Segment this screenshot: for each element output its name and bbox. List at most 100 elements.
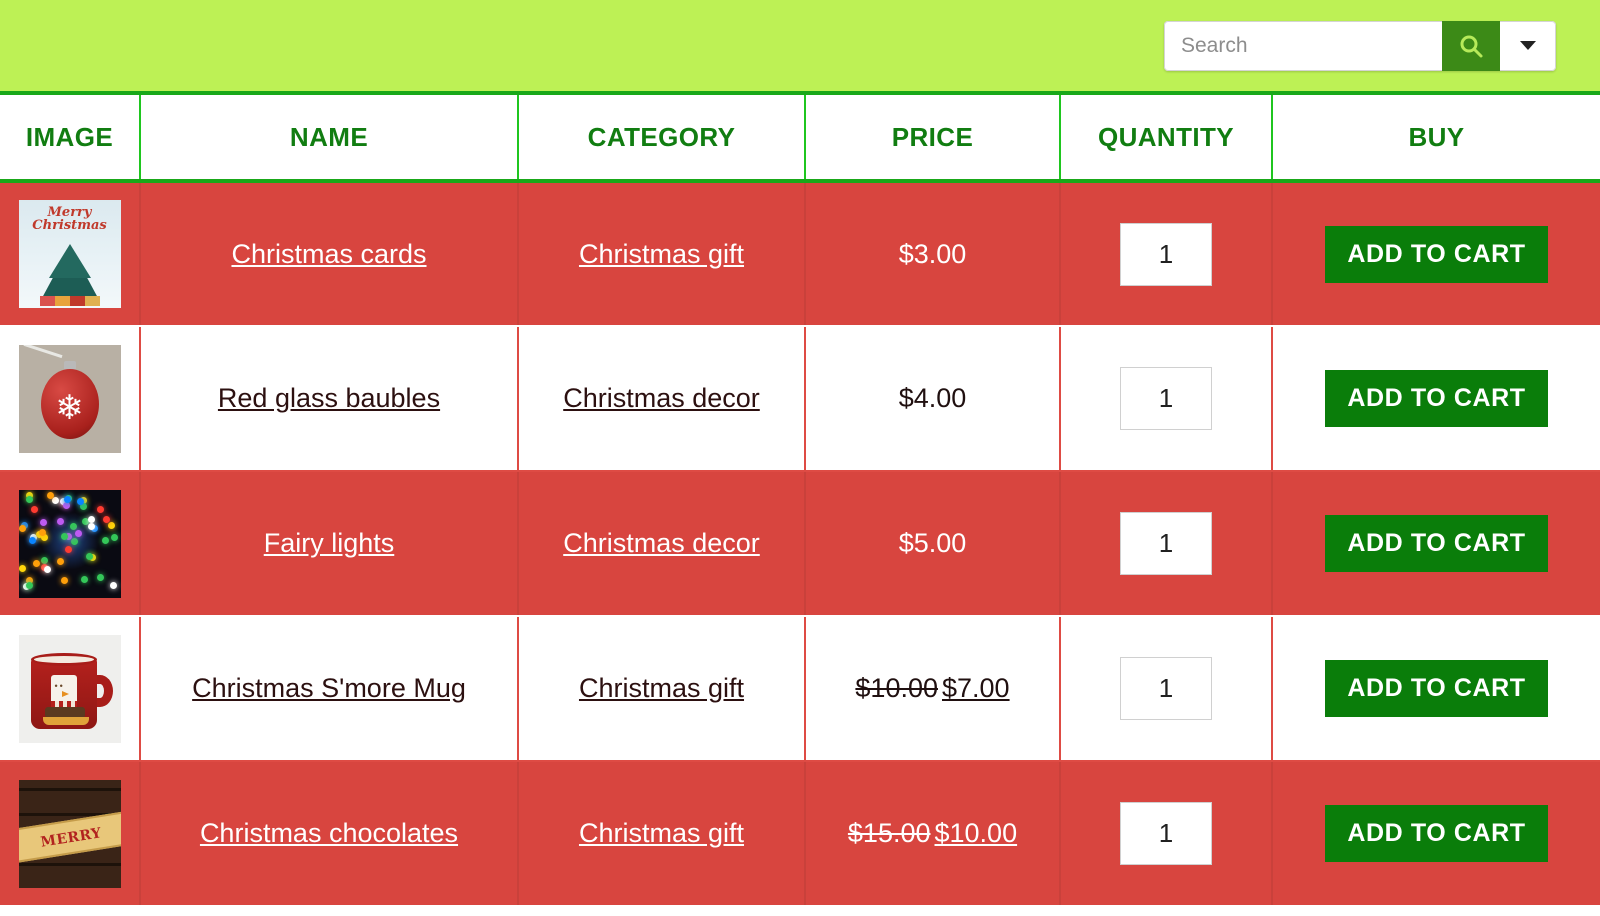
light-dot: [109, 582, 117, 590]
quantity-input[interactable]: [1120, 802, 1212, 865]
product-category-link[interactable]: Christmas gift: [579, 818, 744, 848]
light-dot: [96, 506, 104, 514]
light-dot: [69, 522, 77, 530]
search-bar: [1164, 20, 1556, 71]
light-dot: [26, 496, 34, 504]
gifts-shape: [39, 296, 100, 306]
product-category-link[interactable]: Christmas decor: [563, 528, 760, 558]
product-buy-cell: ADD TO CART: [1272, 616, 1600, 762]
light-dot: [25, 582, 33, 590]
column-header-quantity: QUANTITY: [1060, 95, 1273, 183]
product-image-cell: Merry Christmas: [0, 181, 141, 327]
light-dot: [62, 502, 70, 509]
plate-shape: [42, 716, 89, 725]
add-to-cart-button[interactable]: ADD TO CART: [1325, 805, 1548, 862]
product-image-cell: ❄: [0, 326, 141, 472]
red-glass-bauble-thumbnail: ❄: [18, 344, 121, 453]
christmas-smore-mug-thumbnail: ••: [18, 634, 121, 743]
quantity-input[interactable]: [1120, 367, 1212, 430]
snowman-face: ••: [54, 680, 65, 691]
search-input[interactable]: [1164, 20, 1442, 71]
product-price: $10.00 $7.00: [855, 673, 1009, 703]
sale-price: $7.00: [942, 673, 1010, 703]
light-dot: [61, 576, 69, 584]
product-category-cell: Christmas gift: [518, 616, 806, 762]
product-category-cell: Christmas gift: [518, 761, 806, 907]
quantity-input[interactable]: [1120, 657, 1212, 720]
product-image-cell: [0, 471, 141, 617]
fairy-lights-thumbnail: [18, 489, 121, 598]
product-category-link[interactable]: Christmas decor: [563, 383, 760, 413]
chevron-down-icon: [1519, 41, 1536, 50]
table-header-row: IMAGE NAME CATEGORY PRICE QUANTITY BUY: [0, 95, 1600, 183]
light-dot: [28, 537, 36, 545]
product-name-link[interactable]: Fairy lights: [264, 528, 395, 558]
light-dot: [102, 515, 110, 523]
table-row: MERRY CHRISTMAS Christmas chocolates Chr…: [0, 761, 1600, 907]
original-price: $15.00: [847, 818, 931, 848]
product-name-link[interactable]: Christmas S'more Mug: [192, 673, 466, 703]
column-header-image: IMAGE: [0, 95, 141, 183]
product-name-link[interactable]: Christmas cards: [231, 239, 426, 269]
branch-shape: [23, 344, 62, 358]
product-price-cell: $3.00: [805, 181, 1061, 327]
product-buy-cell: ADD TO CART: [1272, 761, 1600, 907]
product-category-link[interactable]: Christmas gift: [579, 239, 744, 269]
product-price-cell: $10.00 $7.00: [805, 616, 1061, 762]
search-button[interactable]: [1442, 20, 1500, 71]
light-dot: [64, 545, 72, 553]
light-dot: [108, 521, 116, 529]
product-image-cell: MERRY CHRISTMAS: [0, 761, 141, 907]
search-icon: [1458, 33, 1484, 59]
light-dot: [80, 576, 88, 584]
product-name-cell: Christmas cards: [140, 181, 519, 327]
table-row: Merry Christmas Christmas cards Christmas…: [0, 181, 1600, 327]
product-price: $3.00: [898, 238, 967, 269]
product-name-link[interactable]: Red glass baubles: [218, 383, 440, 413]
light-dot: [87, 516, 95, 524]
table-row: ❄ Red glass baubles Christmas decor $4.0…: [0, 326, 1600, 472]
product-name-cell: Red glass baubles: [140, 326, 519, 472]
product-category-link[interactable]: Christmas gift: [579, 673, 744, 703]
light-dot: [40, 556, 48, 564]
product-name-cell: Christmas chocolates: [140, 761, 519, 907]
light-dot: [33, 560, 41, 568]
column-header-category: CATEGORY: [518, 95, 806, 183]
column-header-buy: BUY: [1272, 95, 1600, 183]
light-dot: [64, 495, 72, 503]
add-to-cart-button[interactable]: ADD TO CART: [1325, 515, 1548, 572]
quantity-input[interactable]: [1120, 512, 1212, 575]
christmas-card-thumbnail: Merry Christmas: [18, 200, 121, 308]
product-quantity-cell: [1060, 326, 1273, 472]
light-dot: [111, 534, 119, 542]
product-quantity-cell: [1060, 616, 1273, 762]
column-header-name: NAME: [140, 95, 519, 183]
light-dot: [43, 566, 51, 574]
add-to-cart-button[interactable]: ADD TO CART: [1325, 225, 1548, 283]
product-price-cell: $5.00: [805, 471, 1061, 617]
light-dot: [57, 557, 65, 565]
product-price: $4.00: [898, 383, 967, 413]
product-category-cell: Christmas gift: [518, 181, 806, 327]
product-price: $5.00: [898, 528, 967, 558]
product-quantity-cell: [1060, 181, 1273, 327]
product-price-cell: $4.00: [805, 326, 1061, 472]
search-dropdown-button[interactable]: [1500, 20, 1556, 71]
product-buy-cell: ADD TO CART: [1272, 471, 1600, 617]
original-price: $10.00: [855, 673, 938, 703]
light-dot: [57, 517, 65, 525]
add-to-cart-button[interactable]: ADD TO CART: [1325, 370, 1548, 427]
light-dot: [75, 529, 83, 537]
quantity-input[interactable]: [1120, 222, 1212, 286]
add-to-cart-button[interactable]: ADD TO CART: [1325, 660, 1548, 717]
product-name-link[interactable]: Christmas chocolates: [200, 818, 458, 848]
snowflake-icon: ❄: [55, 388, 84, 427]
product-category-cell: Christmas decor: [518, 326, 806, 472]
product-buy-cell: ADD TO CART: [1272, 181, 1600, 327]
sale-price: $10.00: [934, 818, 1018, 848]
product-price-cell: $15.00 $10.00: [805, 761, 1061, 907]
card-line-2: Christmas: [32, 218, 107, 233]
top-banner: [0, 0, 1600, 95]
product-table: IMAGE NAME CATEGORY PRICE QUANTITY BUY M…: [0, 95, 1600, 907]
product-buy-cell: ADD TO CART: [1272, 326, 1600, 472]
